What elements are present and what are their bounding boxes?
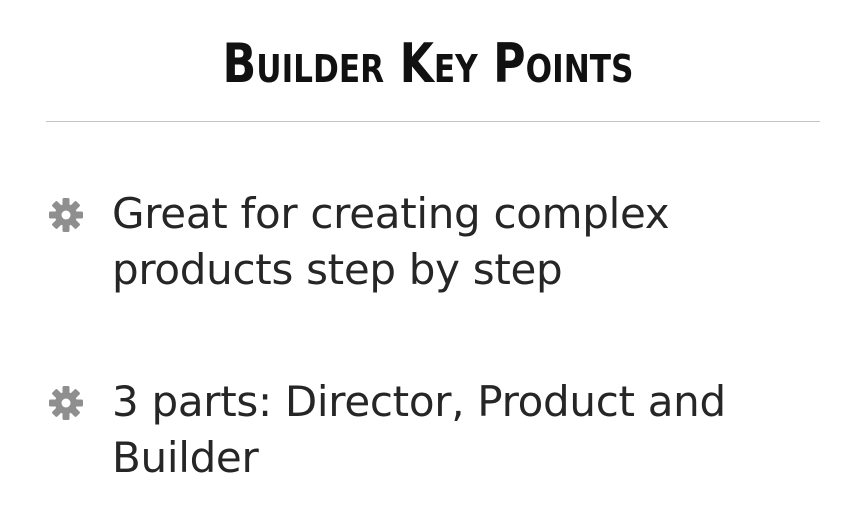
slide: Builder Key Points Great for creating co… bbox=[0, 0, 856, 522]
slide-title: Builder Key Points bbox=[222, 32, 634, 95]
bullet-text: 3 parts: Director, Product and Builder bbox=[112, 374, 832, 486]
gear-icon bbox=[49, 198, 83, 232]
gear-icon bbox=[49, 386, 83, 420]
bullet-line: 3 parts: Director, Product and bbox=[112, 377, 726, 426]
bullet-text: Great for creating complex products step… bbox=[112, 186, 832, 298]
bullet-line: products step by step bbox=[112, 245, 563, 294]
title-divider bbox=[46, 121, 820, 122]
bullet-line: Builder bbox=[112, 433, 259, 482]
bullet-line: Great for creating complex bbox=[112, 189, 670, 238]
